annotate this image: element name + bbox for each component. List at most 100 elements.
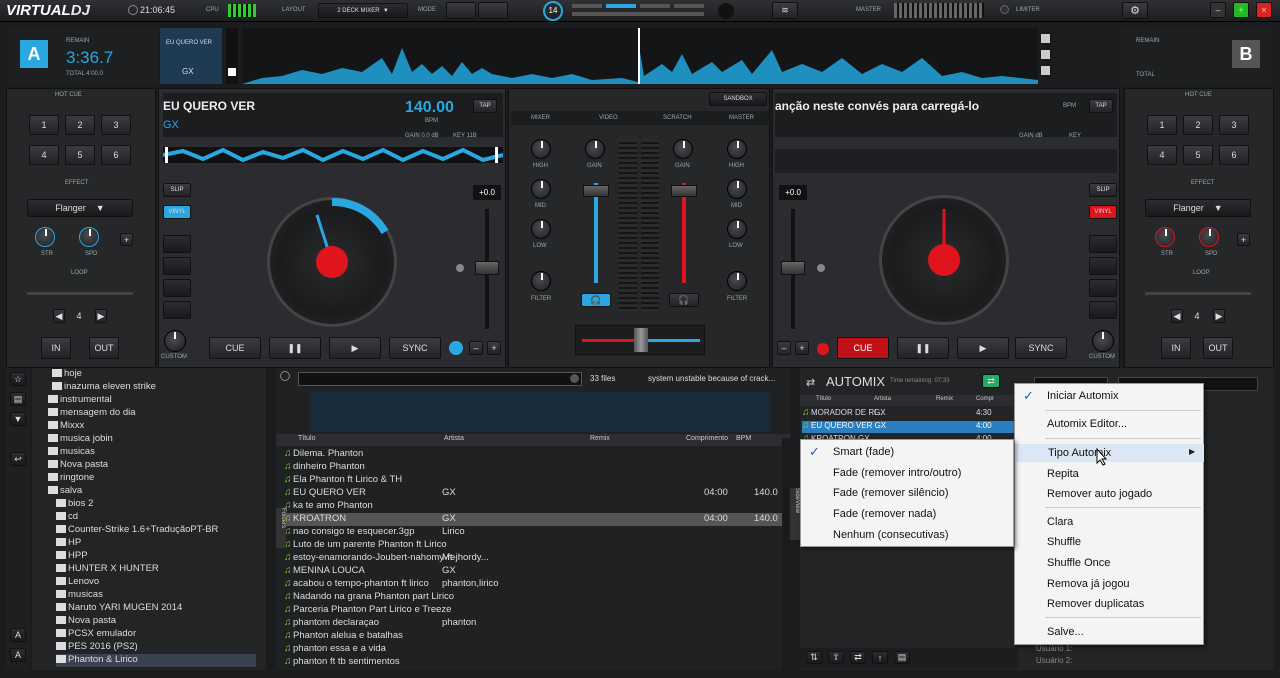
minimize-button[interactable]: – (1210, 2, 1226, 18)
folder-item[interactable]: bios 2 (56, 498, 93, 511)
hotcue-4-button[interactable]: 4 (1147, 145, 1177, 165)
deck-b-pad-button[interactable] (1089, 279, 1117, 297)
hotcue-5-button[interactable]: 5 (65, 145, 95, 165)
file-row[interactable]: ♫ dinheiro Phanton (284, 461, 784, 474)
submenu-smart-fade[interactable]: Smart (fade) (801, 443, 894, 461)
list-scrollbar[interactable] (782, 438, 790, 670)
menu-iniciar-automix[interactable]: Iniciar Automix (1015, 387, 1119, 405)
effect-spd-knob[interactable] (79, 227, 99, 247)
maximize-button[interactable]: + (1233, 2, 1249, 18)
eq-high-right-knob[interactable] (727, 139, 747, 159)
automix-tool-icon[interactable]: ↑ (872, 651, 888, 664)
waveform-zoom-controls[interactable] (1040, 32, 1052, 80)
folder-item[interactable]: PES 2016 (PS2) (56, 641, 138, 654)
sandbox-button[interactable]: SANDBOX (709, 92, 767, 106)
deck-b-pad-button[interactable] (1089, 257, 1117, 275)
effect-str-knob[interactable] (1155, 227, 1175, 247)
submenu-fade-nada[interactable]: Fade (remover nada) (801, 505, 936, 523)
header-title[interactable]: Título (298, 435, 316, 442)
automix-tool-icon[interactable]: ⇄ (850, 651, 866, 664)
folders-side-tab[interactable]: Folders (276, 508, 286, 548)
deck-a-play-button[interactable]: ▶ (329, 337, 381, 359)
submenu-fade-intro-outro[interactable]: Fade (remover intro/outro) (801, 464, 961, 482)
menu-repita[interactable]: Repita (1015, 465, 1079, 483)
file-row[interactable]: ♫ Ela Phanton ft Lirico & TH (284, 474, 784, 487)
font-size-small-icon[interactable]: A (10, 648, 26, 662)
loop-next-button[interactable]: ▶ (1213, 309, 1225, 323)
loop-in-button[interactable]: IN (1161, 337, 1191, 359)
menu-tipo-automix[interactable]: Tipo Automix (1016, 444, 1204, 462)
folder-tree-icon[interactable]: ☆ (10, 372, 26, 386)
deck-b-track-overview[interactable] (775, 149, 1117, 173)
folder-item[interactable]: mensagem do dia (48, 407, 136, 420)
header-artist[interactable]: Artista (444, 435, 464, 442)
folder-item[interactable]: HPP (56, 550, 88, 563)
menu-remover-auto-jogado[interactable]: Remover auto jogado (1015, 485, 1152, 503)
folder-item[interactable]: musicas (56, 589, 103, 602)
folder-item[interactable]: HP (56, 537, 81, 550)
deck-b-sync-button[interactable]: SYNC (1015, 337, 1067, 359)
tab-mixer[interactable]: MIXER (531, 115, 550, 121)
file-row[interactable]: ♫ Phanton alelua e batalhas (284, 630, 784, 643)
automix-shuffle-icon[interactable]: ⇄ (806, 376, 815, 389)
hotcue-6-button[interactable]: 6 (101, 145, 131, 165)
effect-str-knob[interactable] (35, 227, 55, 247)
folder-item[interactable]: Mixxx (48, 420, 84, 433)
folder-item[interactable]: ringtone (48, 472, 94, 485)
deck-a-pad-button[interactable] (163, 279, 191, 297)
tap-button[interactable]: TAP (1089, 99, 1113, 113)
deck-b-pause-button[interactable]: ❚❚ (897, 337, 949, 359)
effect-add-button[interactable]: + (120, 233, 133, 246)
headphone-right-icon[interactable]: 🎧 (669, 293, 699, 307)
header-bpm[interactable]: BPM (736, 435, 751, 442)
pitch-slider-handle[interactable] (781, 261, 805, 275)
folder-item[interactable]: musica jobin (48, 433, 113, 446)
crossfader[interactable] (575, 325, 705, 355)
file-row[interactable]: ♫ EU QUERO VER GX 04:00 140.0 (284, 487, 784, 500)
file-row[interactable]: ♫ phantom declaraçao phanton (284, 617, 784, 630)
deck-a-pad-button[interactable] (163, 257, 191, 275)
hotcue-2-button[interactable]: 2 (1183, 115, 1213, 135)
tab-master[interactable]: MASTER (729, 115, 754, 121)
menu-clara[interactable]: Clara (1015, 513, 1073, 531)
waveform-icon[interactable]: ≋ (772, 2, 798, 19)
hotcue-1-button[interactable]: 1 (1147, 115, 1177, 135)
file-row[interactable]: ♫ MENINA LOUCA GX (284, 565, 784, 578)
pitch-minus-button[interactable]: – (777, 341, 791, 355)
mode-laptop-button[interactable] (446, 2, 476, 19)
gain-left-knob[interactable] (585, 139, 605, 159)
submenu-nenhum[interactable]: Nenhum (consecutivas) (801, 526, 949, 544)
eq-mid-right-knob[interactable] (727, 179, 747, 199)
menu-remova-ja-jogou[interactable]: Remova já jogou (1015, 575, 1130, 593)
deck-b-pad-button[interactable] (1089, 235, 1117, 253)
pitch-reset-dot[interactable] (456, 264, 464, 272)
slip-button[interactable]: SLIP (163, 183, 191, 197)
vinyl-button[interactable]: VINYL (1089, 205, 1117, 219)
deck-a-sync-button[interactable]: SYNC (389, 337, 441, 359)
folder-item[interactable]: Naruto YARI MUGEN 2014 (56, 602, 182, 615)
loop-out-button[interactable]: OUT (1203, 337, 1233, 359)
deck-count-badge[interactable]: 14 (543, 1, 563, 21)
loop-in-button[interactable]: IN (41, 337, 71, 359)
file-row[interactable]: ♫ Dilema. Phanton (284, 448, 784, 461)
folder-item[interactable]: cd (56, 511, 78, 524)
menu-automix-editor[interactable]: Automix Editor... (1015, 415, 1127, 433)
gain-right-knob[interactable] (673, 139, 693, 159)
folder-item[interactable]: PCSX emulador (56, 628, 136, 641)
deck-a-track-overview[interactable] (163, 147, 503, 163)
header-length[interactable]: Comprimento (686, 435, 728, 442)
hotcue-3-button[interactable]: 3 (101, 115, 131, 135)
deck-b-jog-wheel[interactable] (879, 195, 1009, 325)
folder-item[interactable]: inazuma eleven strike (52, 381, 156, 394)
folder-item[interactable]: instrumental (48, 394, 112, 407)
filter-left-knob[interactable] (531, 271, 551, 291)
deck-a-jog-wheel[interactable] (267, 197, 397, 327)
tab-scratch[interactable]: SCRATCH (663, 115, 692, 121)
filter-icon[interactable]: ▼ (10, 412, 26, 426)
volume-left-track[interactable] (594, 183, 598, 283)
mode-photo-button[interactable] (478, 2, 508, 19)
folder-item[interactable]: HUNTER X HUNTER (56, 563, 159, 576)
record-icon[interactable] (718, 3, 734, 19)
effect-select[interactable]: Flanger ▼ (27, 199, 133, 217)
file-row[interactable]: ♫ ka te amo Phanton (284, 500, 784, 513)
